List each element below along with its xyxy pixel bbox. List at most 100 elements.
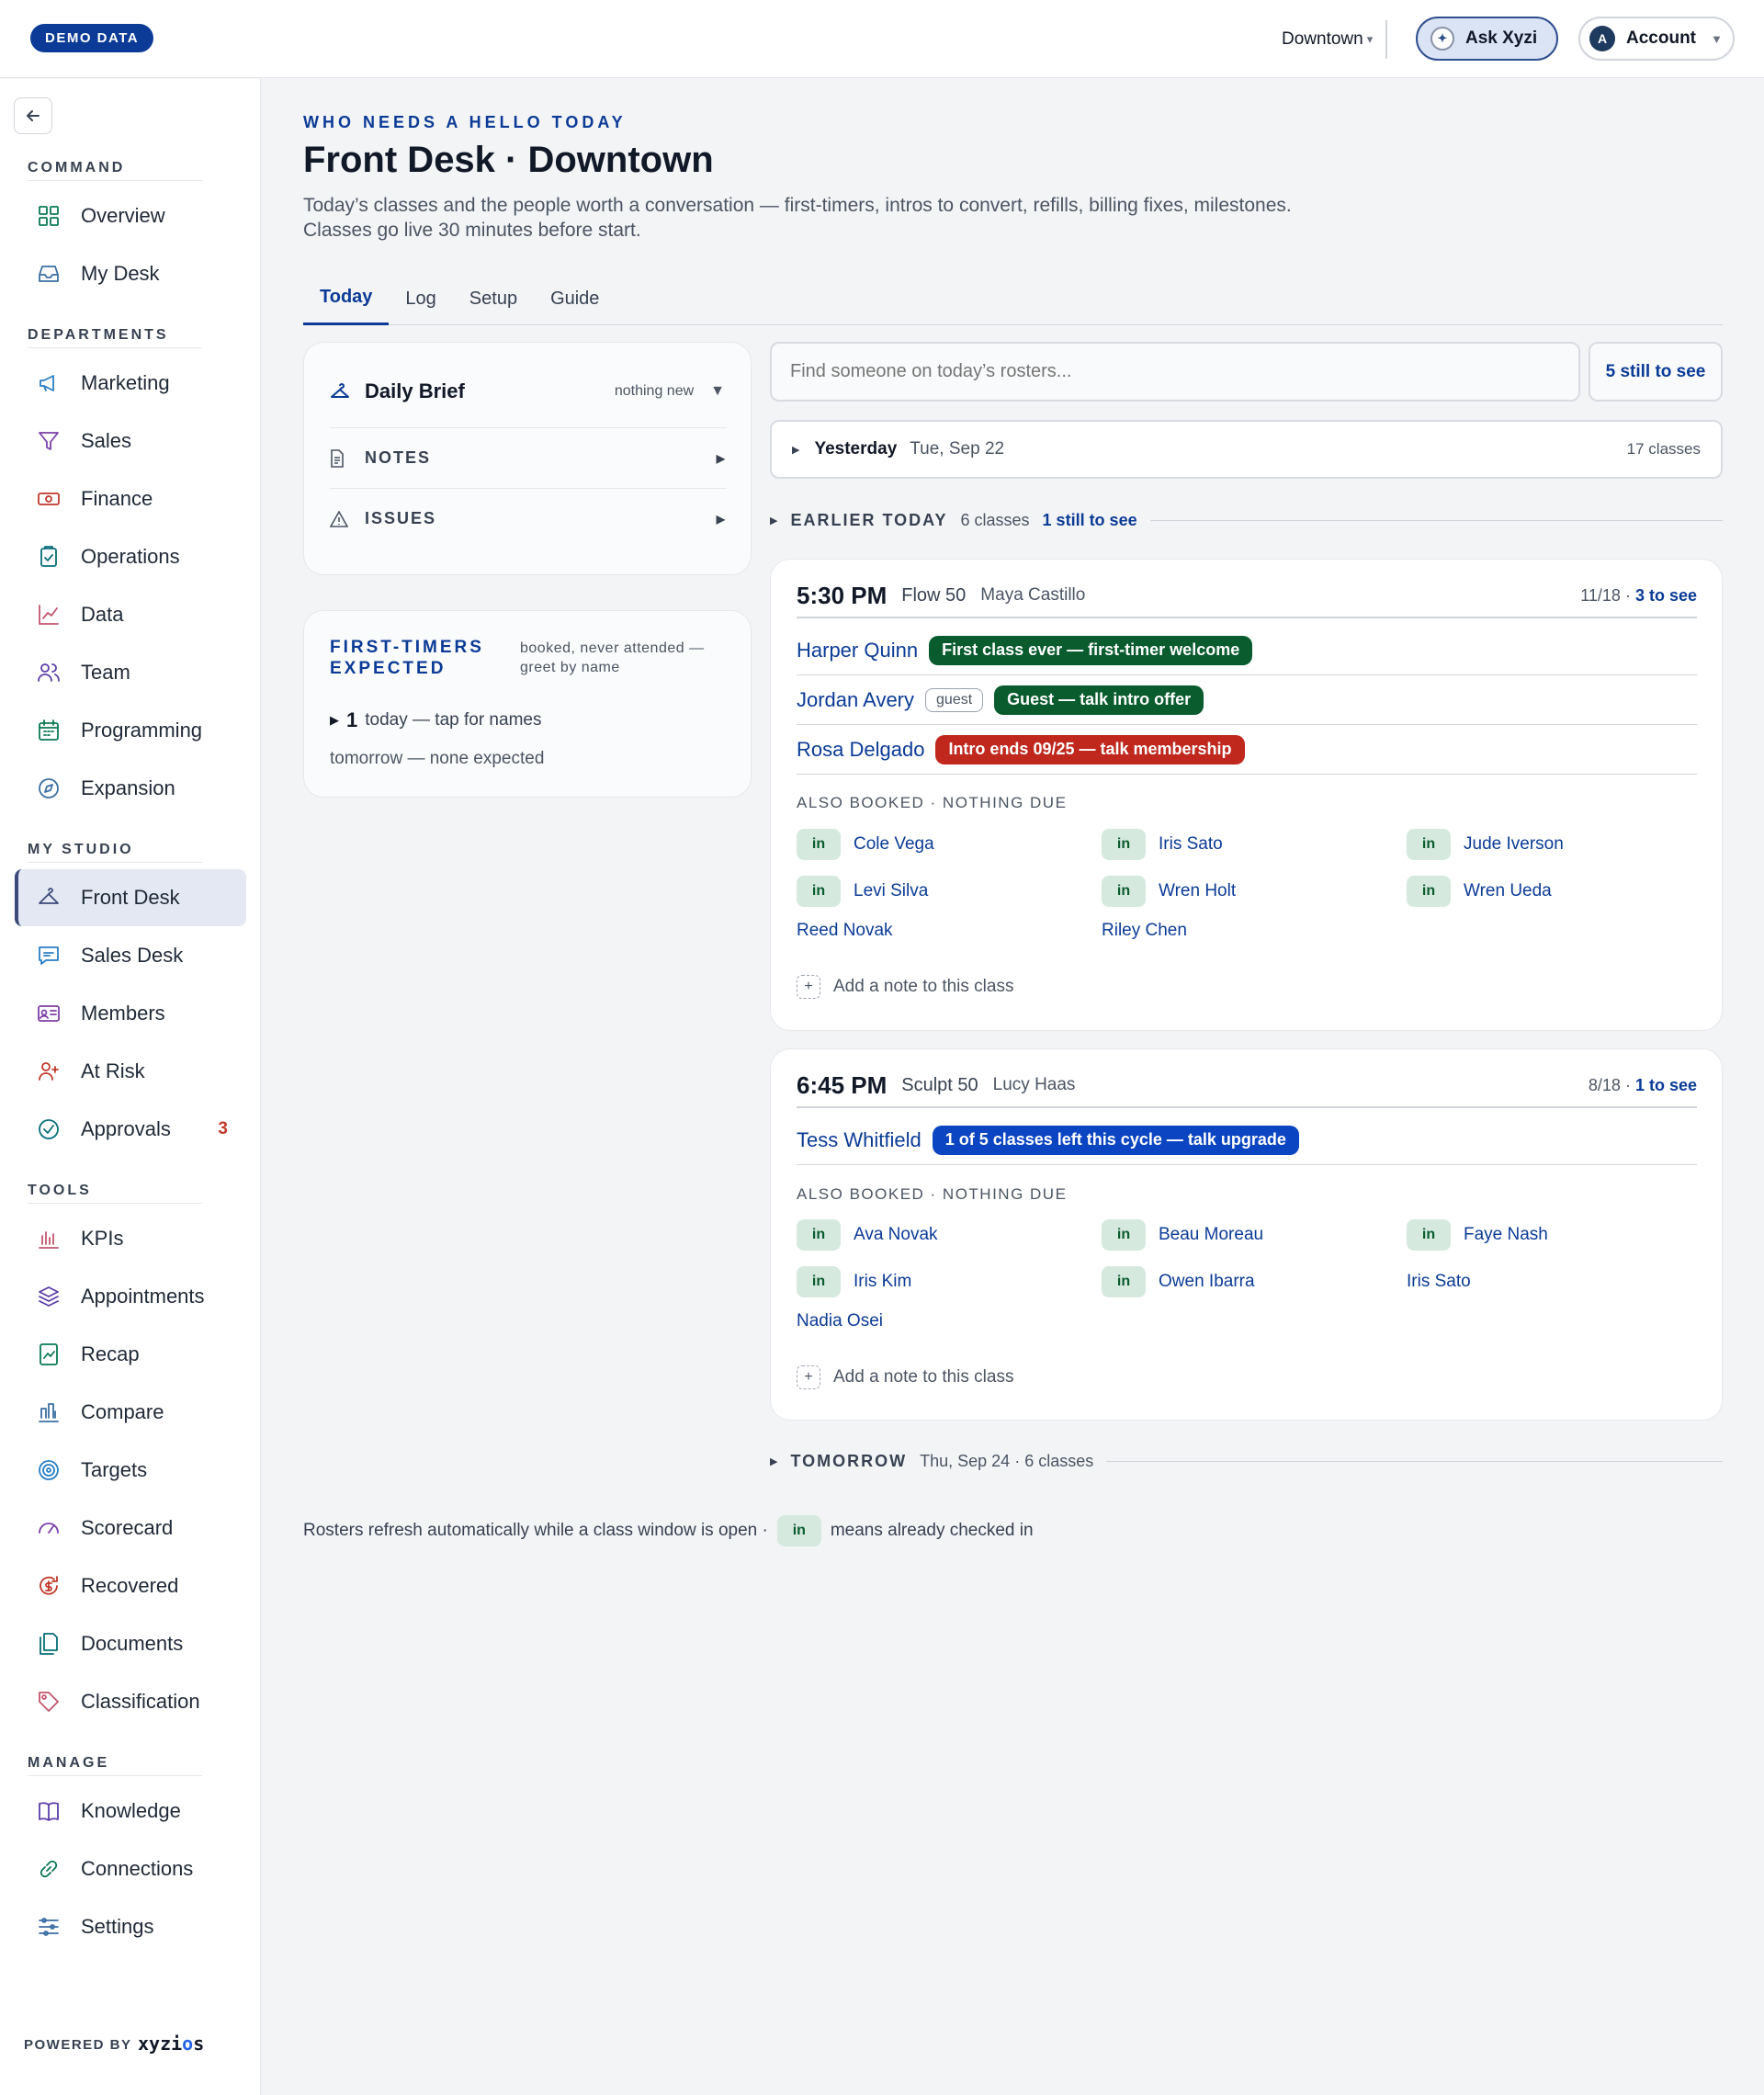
sidebar-item-documents[interactable]: Documents: [15, 1615, 246, 1672]
sidebar-item-connections[interactable]: Connections: [15, 1840, 246, 1897]
attendee[interactable]: in Faye Nash: [1407, 1219, 1548, 1251]
attendee[interactable]: Riley Chen: [1102, 921, 1187, 941]
megaphone-icon: [37, 371, 61, 395]
sidebar-item-finance[interactable]: Finance: [15, 470, 246, 527]
attendee[interactable]: Iris Sato: [1407, 1272, 1471, 1292]
checked-in-badge: in: [1407, 829, 1451, 860]
checked-in-badge: in: [797, 876, 841, 907]
attendee[interactable]: in Ava Novak: [797, 1219, 938, 1251]
roster-search-input[interactable]: [770, 342, 1580, 402]
sidebar-item-label: Appointments: [81, 1285, 205, 1308]
tab-guide[interactable]: Guide: [534, 272, 616, 325]
sidebar-item-expansion[interactable]: Expansion: [15, 760, 246, 817]
account-menu-button[interactable]: A Account ▼: [1578, 17, 1735, 61]
sidebar-item-knowledge[interactable]: Knowledge: [15, 1783, 246, 1840]
sidebar-item-sales[interactable]: Sales: [15, 413, 246, 470]
notes-row[interactable]: NOTES ▶: [330, 427, 727, 488]
section-label: COMMAND: [28, 160, 126, 176]
sidebar-item-classification[interactable]: Classification: [15, 1673, 246, 1730]
first-timers-today[interactable]: ▶ 1 today — tap for names: [330, 708, 541, 732]
person-name-link[interactable]: Rosa Delgado: [797, 738, 924, 762]
notes-label: NOTES: [365, 448, 432, 467]
add-note-button[interactable]: + Add a note to this class: [797, 975, 1013, 999]
collapse-sidebar-button[interactable]: [14, 97, 52, 134]
attendee[interactable]: in Owen Ibarra: [1102, 1266, 1255, 1297]
tab-today[interactable]: Today: [303, 272, 390, 325]
files-icon: [37, 1632, 61, 1656]
sidebar-item-approvals[interactable]: Approvals 3: [15, 1101, 246, 1158]
still-to-see-button[interactable]: 5 still to see: [1589, 342, 1723, 402]
section-label: DEPARTMENTS: [28, 327, 169, 343]
sidebar-item-appointments[interactable]: Appointments: [15, 1268, 246, 1325]
person-name-link[interactable]: Harper Quinn: [797, 639, 918, 662]
person-name-link[interactable]: Tess Whitfield: [797, 1128, 922, 1152]
tomorrow-label: TOMORROW: [790, 1451, 908, 1470]
yesterday-row[interactable]: ▶ Yesterday Tue, Sep 22 17 classes: [770, 420, 1723, 479]
book-icon: [37, 1799, 61, 1823]
checked-in-badge: in: [1102, 876, 1146, 907]
attendee[interactable]: in Iris Kim: [797, 1266, 911, 1297]
attendee[interactable]: in Wren Holt: [1102, 876, 1236, 907]
sidebar-item-sales-desk[interactable]: Sales Desk: [15, 927, 246, 984]
sidebar-item-kpis[interactable]: KPIs: [15, 1210, 246, 1267]
sidebar-item-my-desk[interactable]: My Desk: [15, 245, 246, 302]
trend-doc-icon: [37, 1342, 61, 1366]
to-see-link[interactable]: 3 to see: [1635, 586, 1697, 605]
class-time: 5:30 PM: [797, 581, 888, 609]
tomorrow-row[interactable]: ▶ TOMORROW Thu, Sep 24 · 6 classes: [770, 1449, 1723, 1473]
ask-xyzi-button[interactable]: ✦ Ask Xyzi: [1416, 17, 1558, 61]
attendee[interactable]: in Wren Ueda: [1407, 876, 1552, 907]
tab-setup[interactable]: Setup: [453, 272, 534, 325]
sidebar-item-at-risk[interactable]: At Risk: [15, 1043, 246, 1100]
section-divider: [28, 180, 202, 181]
sidebar-item-label: Sales: [81, 429, 132, 452]
attendee[interactable]: in Beau Moreau: [1102, 1219, 1263, 1251]
attendee[interactable]: in Iris Sato: [1102, 829, 1223, 860]
sidebar-item-overview[interactable]: Overview: [15, 187, 246, 244]
to-see-link[interactable]: 1 to see: [1635, 1076, 1697, 1094]
sidebar-item-front-desk[interactable]: Front Desk: [15, 869, 246, 926]
earlier-still-to-see-link[interactable]: 1 still to see: [1043, 511, 1137, 530]
sidebar-item-team[interactable]: Team: [15, 644, 246, 701]
attendee[interactable]: Nadia Osei: [797, 1311, 883, 1331]
earlier-today-row[interactable]: ▶ EARLIER TODAY 6 classes 1 still to see: [770, 508, 1723, 532]
sidebar-item-operations[interactable]: Operations: [15, 528, 246, 585]
sidebar-item-targets[interactable]: Targets: [15, 1442, 246, 1499]
sidebar-item-scorecard[interactable]: Scorecard: [15, 1500, 246, 1557]
yesterday-count: 17 classes: [1626, 440, 1701, 458]
tab-bar: Today Log Setup Guide: [303, 272, 1723, 325]
page-subtitle: Today’s classes and the people worth a c…: [303, 195, 1292, 241]
sidebar-item-settings[interactable]: Settings: [15, 1898, 246, 1955]
footnote: Rosters refresh automatically while a cl…: [303, 1515, 1034, 1546]
attendee[interactable]: in Levi Silva: [797, 876, 928, 907]
location-select[interactable]: Downtown ▾: [1282, 20, 1388, 59]
sidebar-item-members[interactable]: Members: [15, 985, 246, 1042]
class-header: 5:30 PM Flow 50 Maya Castillo 11/18 · 3 …: [797, 582, 1697, 618]
chat-icon: [37, 944, 61, 968]
person-row: Rosa Delgado Intro ends 09/25 — talk mem…: [797, 725, 1697, 775]
add-note-button[interactable]: + Add a note to this class: [797, 1365, 1013, 1389]
tab-log[interactable]: Log: [389, 272, 452, 325]
attendee[interactable]: in Jude Iverson: [1407, 829, 1564, 860]
daily-brief-header[interactable]: Daily Brief: [330, 379, 465, 403]
caret-down-icon[interactable]: ▼: [710, 383, 725, 400]
sidebar-item-compare[interactable]: Compare: [15, 1384, 246, 1441]
sidebar-item-data[interactable]: Data: [15, 586, 246, 643]
attendee[interactable]: in Cole Vega: [797, 829, 934, 860]
person-row: Tess Whitfield 1 of 5 classes left this …: [797, 1115, 1697, 1165]
issues-row[interactable]: ISSUES ▶: [330, 488, 727, 549]
sidebar-item-marketing[interactable]: Marketing: [15, 355, 246, 412]
section-divider: [28, 1203, 202, 1204]
person-name-link[interactable]: Jordan Avery: [797, 688, 914, 712]
action-tag: Intro ends 09/25 — talk membership: [935, 734, 1245, 764]
sidebar-item-recovered[interactable]: Recovered: [15, 1557, 246, 1614]
first-timers-count: 1: [346, 708, 358, 731]
sidebar-item-programming[interactable]: Programming: [15, 702, 246, 759]
divider-line: [1106, 1460, 1723, 1462]
target-icon: [37, 1458, 61, 1482]
sidebar-item-recap[interactable]: Recap: [15, 1326, 246, 1383]
attendee[interactable]: Reed Novak: [797, 921, 893, 941]
arrow-left-icon: [27, 110, 40, 121]
sidebar-item-label: KPIs: [81, 1227, 124, 1250]
first-timers-today-text: today — tap for names: [365, 710, 542, 730]
